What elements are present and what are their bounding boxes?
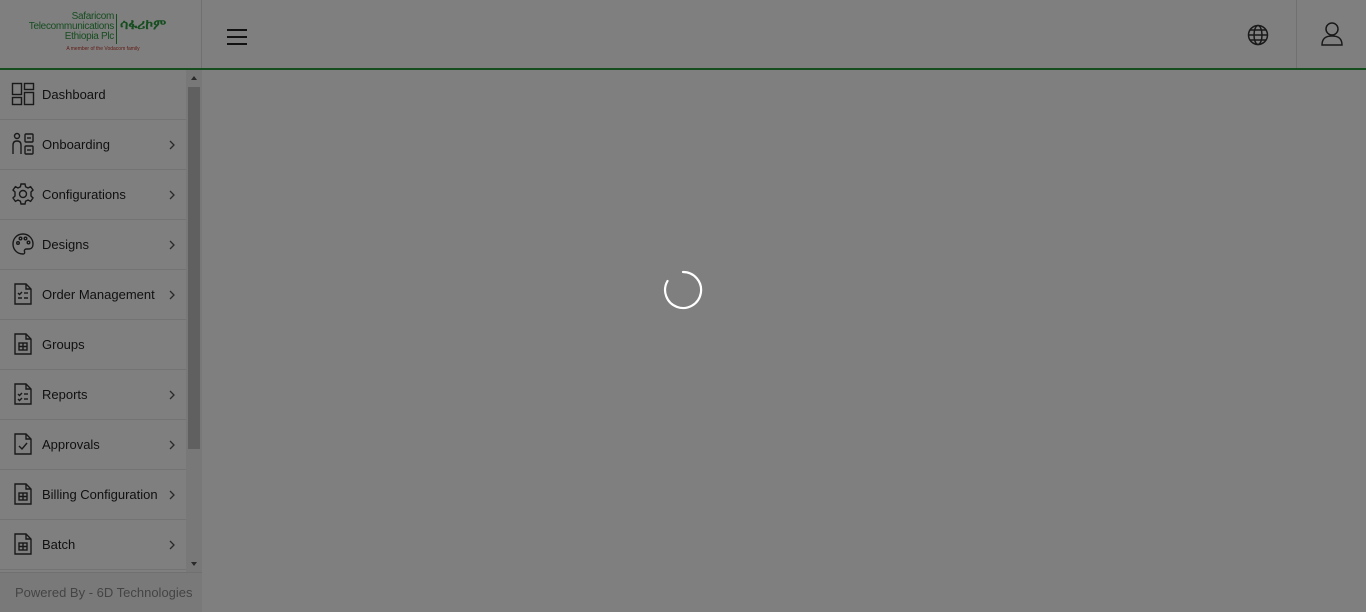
loading-spinner-icon — [663, 270, 703, 310]
loading-overlay — [0, 0, 1366, 612]
